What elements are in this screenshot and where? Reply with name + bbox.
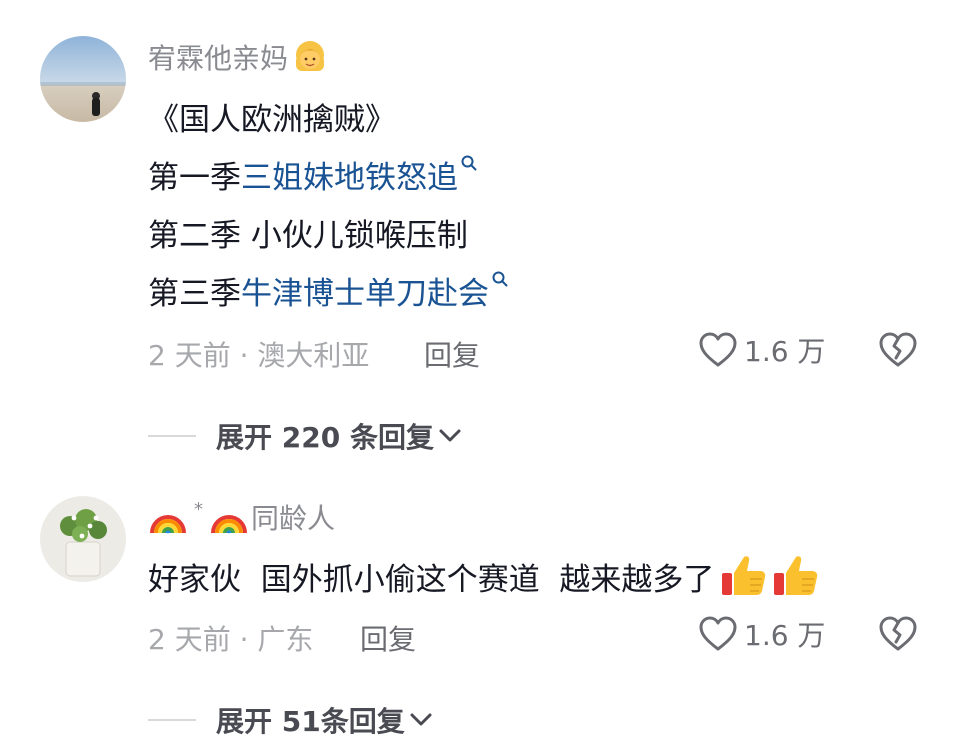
search-icon[interactable]	[491, 270, 509, 288]
thumbs-up-emoji	[774, 556, 818, 595]
comment-text: 第三季	[148, 275, 241, 312]
comment-line: 《国人欧洲擒贼》	[148, 94, 396, 138]
heart-outline-icon[interactable]	[698, 615, 738, 653]
like-button[interactable]: 1.6 万	[698, 330, 825, 370]
comment-line: 第三季 牛津博士单刀赴会	[148, 268, 509, 312]
username-text[interactable]: 宥霖他亲妈	[148, 37, 288, 77]
comment-line: 第一季 三姐妹地铁怒追	[148, 152, 478, 196]
divider	[148, 435, 196, 437]
expand-replies-button[interactable]: 展开 220 条回复	[148, 416, 462, 456]
like-button[interactable]: 1.6 万	[698, 614, 825, 654]
broken-heart-icon[interactable]	[878, 332, 918, 368]
chevron-down-icon[interactable]	[409, 712, 433, 728]
username-separator: *	[194, 498, 203, 520]
search-link[interactable]: 三姐妹地铁怒追	[241, 152, 458, 197]
avatar[interactable]	[40, 36, 126, 122]
comment-text: 第一季	[148, 159, 241, 196]
expand-replies-button[interactable]: 展开 51条回复	[148, 700, 433, 740]
comment-meta: 2 天前 · 澳大利亚	[148, 339, 370, 372]
avatar[interactable]	[40, 496, 126, 582]
thumbs-up-emoji	[722, 556, 766, 595]
comment-text: 《国人欧洲擒贼》	[148, 101, 396, 138]
like-count: 1.6 万	[744, 335, 826, 368]
comment-line: 第二季 小伙儿锁喉压制	[148, 210, 468, 254]
expand-replies-label[interactable]: 展开 51条回复	[216, 700, 405, 740]
username[interactable]: * 同龄人	[148, 498, 335, 536]
comment-meta: 2 天前 · 广东	[148, 623, 314, 656]
heart-outline-icon[interactable]	[698, 331, 738, 369]
woman-emoji	[296, 41, 325, 71]
search-icon[interactable]	[460, 154, 478, 172]
chevron-down-icon[interactable]	[438, 428, 462, 444]
search-link[interactable]: 牛津博士单刀赴会	[241, 268, 489, 313]
broken-heart-icon[interactable]	[878, 616, 918, 652]
reply-button[interactable]: 回复	[360, 618, 416, 658]
username-text[interactable]: 同龄人	[251, 497, 335, 537]
username[interactable]: 宥霖他亲妈	[148, 38, 328, 76]
comment-text: 好家伙 国外抓小偷这个赛道 越来越多了	[148, 561, 715, 598]
like-count: 1.6 万	[744, 619, 826, 652]
comment-2: * 同龄人 好家伙 国外抓小偷这个赛道 越来越多了 2 天前 · 广东 回复 1…	[0, 470, 960, 747]
divider	[148, 719, 196, 721]
rainbow-emoji	[150, 515, 186, 534]
reply-button[interactable]: 回复	[424, 334, 480, 374]
comment-1: 宥霖他亲妈 《国人欧洲擒贼》 第一季 三姐妹地铁怒追 第二季 小伙儿锁喉压制 第…	[0, 0, 960, 470]
rainbow-emoji	[211, 515, 247, 534]
comment-text: 第二季 小伙儿锁喉压制	[148, 217, 468, 254]
comment-line: 好家伙 国外抓小偷这个赛道 越来越多了	[148, 552, 820, 600]
expand-replies-label[interactable]: 展开 220 条回复	[216, 416, 434, 456]
